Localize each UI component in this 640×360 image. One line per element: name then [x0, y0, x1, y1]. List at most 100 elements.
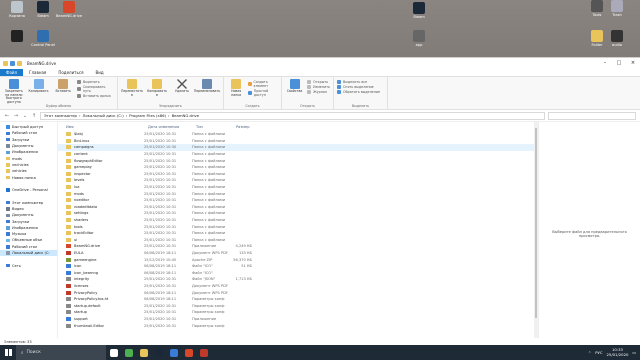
taskbar-app[interactable]: [121, 345, 136, 360]
file-row[interactable]: ui 25/01/2020 10:31 Папка с файлами: [58, 237, 538, 244]
paste-shortcut-button[interactable]: Вставить ярлык: [77, 94, 114, 98]
file-row[interactable]: content 25/01/2020 10:31 Папка с файлами: [58, 151, 538, 158]
file-row[interactable]: BinLinux 25/01/2020 10:31 Папка с файлами: [58, 138, 538, 145]
breadcrumb-item[interactable]: BeamNG.drive: [172, 113, 200, 118]
file-row[interactable]: $iobj 25/01/2020 10:31 Папка с файлами: [58, 131, 538, 138]
new-item-button[interactable]: Создать элемент: [248, 80, 278, 88]
file-row[interactable]: noeditor 25/01/2020 10:31 Папка с файлами: [58, 197, 538, 204]
file-row[interactable]: startup.default 25/01/2020 10:31 Параметры…: [58, 302, 538, 309]
breadcrumb-item[interactable]: Этот компьютер: [44, 113, 77, 118]
desktop-icon[interactable]: Trash: [600, 0, 634, 17]
tab-home[interactable]: Главная: [23, 69, 52, 76]
file-row[interactable]: PrivacyPolicy.tos.ht 06/08/2019 18:11 Пара…: [58, 296, 538, 303]
file-row[interactable]: support 25/01/2020 10:31 Приложение: [58, 316, 538, 323]
file-row[interactable]: roadeditdata 25/01/2020 10:31 Папка с файл…: [58, 204, 538, 211]
desktop-icon[interactable]: BeamNG.drive: [52, 1, 86, 18]
file-row[interactable]: shaders 25/01/2020 10:31 Папка с файлами: [58, 217, 538, 224]
search-input[interactable]: [548, 111, 636, 120]
file-row[interactable]: icon 06/08/2019 18:11 Файл "ICO" 51 КБ: [58, 263, 538, 270]
nav-item[interactable]: Сеть: [0, 263, 57, 269]
file-type: Папка с файлами: [192, 224, 226, 229]
tab-view[interactable]: Вид: [89, 69, 109, 76]
new-folder-button[interactable]: Новая папка: [227, 79, 245, 97]
select-all-button[interactable]: Выделить все: [337, 80, 380, 84]
taskbar-app[interactable]: [106, 345, 121, 360]
taskbar-app[interactable]: [166, 345, 181, 360]
recent-dropdown[interactable]: ⌄: [22, 113, 28, 119]
file-row[interactable]: campaigns 25/01/2020 10:30 Папка с файлами: [58, 144, 538, 151]
file-row[interactable]: gameengine 15/12/2019 10:45 Apache ZIP 56,3…: [58, 256, 538, 263]
file-row[interactable]: licenses 25/01/2020 10:31 Документ WPS PDF: [58, 283, 538, 290]
paste-button[interactable]: Вставить: [52, 79, 74, 94]
tab-share[interactable]: Поделиться: [52, 69, 89, 76]
taskbar-app[interactable]: [196, 345, 211, 360]
column-date[interactable]: Дата изменения: [148, 125, 196, 129]
rename-button[interactable]: Переименовать: [194, 79, 220, 94]
delete-button[interactable]: Удалить: [171, 79, 193, 94]
maximize-button[interactable]: □: [612, 60, 626, 66]
nav-item-label: Видео: [12, 207, 24, 211]
copy-to-button[interactable]: Копировать в: [146, 79, 168, 97]
file-date: 25/01/2020 10:31: [144, 316, 177, 321]
file-row[interactable]: icon_beamng 06/08/2019 18:11 Файл "ICO": [58, 269, 538, 276]
properties-button[interactable]: Свойства: [285, 79, 304, 94]
tray-arrow-icon[interactable]: ^: [588, 350, 591, 355]
taskbar-app[interactable]: [181, 345, 196, 360]
address-bar[interactable]: Этот компьютер › Локальный диск (C:) › Pro…: [40, 111, 545, 120]
file-row[interactable]: mods 25/01/2020 10:31 Папка с файлами: [58, 190, 538, 197]
back-button[interactable]: ←: [4, 113, 10, 119]
desktop-icon[interactable]: Control Panel: [26, 30, 60, 47]
language-indicator[interactable]: РУС: [595, 350, 602, 355]
desktop-icon[interactable]: Steam: [402, 2, 436, 19]
new-folder-icon[interactable]: [17, 60, 22, 66]
notifications-icon[interactable]: ▭: [632, 350, 636, 355]
copy-path-button[interactable]: Скопировать путь: [77, 85, 114, 93]
vertical-scrollbar[interactable]: [534, 122, 538, 345]
column-name[interactable]: Имя: [62, 125, 148, 129]
file-row[interactable]: EULA 06/08/2019 18:11 Документ WPS PDF 133 …: [58, 250, 538, 257]
file-date: 25/01/2020 10:31: [144, 204, 177, 209]
column-type[interactable]: Тип: [196, 125, 236, 129]
file-row[interactable]: flowgraphEditor 25/01/2020 10:31 Папка с ф…: [58, 157, 538, 164]
file-name: startup: [74, 310, 87, 315]
file-row[interactable]: thumbnail.Editor 25/01/2020 10:31 Параметр…: [58, 322, 538, 329]
pin-button[interactable]: Закрепить на панели быстрого доступа: [3, 79, 25, 104]
copy-button[interactable]: Копировать: [28, 79, 50, 94]
open-button[interactable]: Открыть: [307, 80, 330, 84]
history-button[interactable]: Журнал: [307, 90, 330, 94]
file-row[interactable]: trackEditor 25/01/2020 10:31 Папка с файла…: [58, 230, 538, 237]
desktop-icon[interactable]: audio: [600, 30, 634, 47]
file-row[interactable]: levels 25/01/2020 10:31 Папка с файлами: [58, 177, 538, 184]
scroll-thumb[interactable]: [535, 128, 537, 318]
clock[interactable]: 10:33 25/01/2020: [607, 347, 629, 357]
file-row[interactable]: PrivacyPolicy 06/08/2019 18:11 Документ WP…: [58, 289, 538, 296]
move-to-button[interactable]: Переместить в: [121, 79, 143, 97]
file-row[interactable]: gameplay 25/01/2020 10:31 Папка с файлами: [58, 164, 538, 171]
column-size[interactable]: Размер: [236, 125, 256, 129]
invert-selection-button[interactable]: Обратить выделение: [337, 90, 380, 94]
file-row[interactable]: tools 25/01/2020 10:31 Папка с файлами: [58, 223, 538, 230]
file-row[interactable]: lua 25/01/2020 10:31 Папка с файлами: [58, 184, 538, 191]
forward-button[interactable]: →: [13, 113, 19, 119]
file-row[interactable]: BeamNG.drive 25/01/2020 10:31 Приложение 4,…: [58, 243, 538, 250]
easy-access-button[interactable]: Простой доступ: [248, 89, 278, 97]
taskbar-search[interactable]: ⌕ Поиск: [16, 345, 106, 360]
breadcrumb-item[interactable]: Program Files (x86): [129, 113, 166, 118]
file-row[interactable]: settings 25/01/2020 10:31 Папка с файлами: [58, 210, 538, 217]
file-row[interactable]: inspector 25/01/2020 10:31 Папка с файлами: [58, 171, 538, 178]
minimize-button[interactable]: –: [598, 60, 612, 66]
start-button[interactable]: [0, 349, 16, 356]
breadcrumb-item[interactable]: Локальный диск (C:): [83, 113, 124, 118]
cut-button[interactable]: Вырезать: [77, 80, 114, 84]
desktop-icon[interactable]: app: [402, 30, 436, 47]
taskbar-app[interactable]: [136, 345, 151, 360]
up-button[interactable]: ↑: [31, 113, 37, 119]
taskbar-app[interactable]: [151, 345, 166, 360]
close-button[interactable]: ×: [626, 60, 640, 66]
edit-button[interactable]: Изменить: [307, 85, 330, 89]
tab-file[interactable]: Файл: [0, 68, 24, 76]
file-row[interactable]: startup 25/01/2020 10:31 Параметры конф: [58, 309, 538, 316]
file-row[interactable]: integrity 25/01/2020 10:31 Файл "JSON" 1,71…: [58, 276, 538, 283]
properties-icon[interactable]: [10, 60, 15, 66]
select-none-button[interactable]: Снять выделение: [337, 85, 380, 89]
